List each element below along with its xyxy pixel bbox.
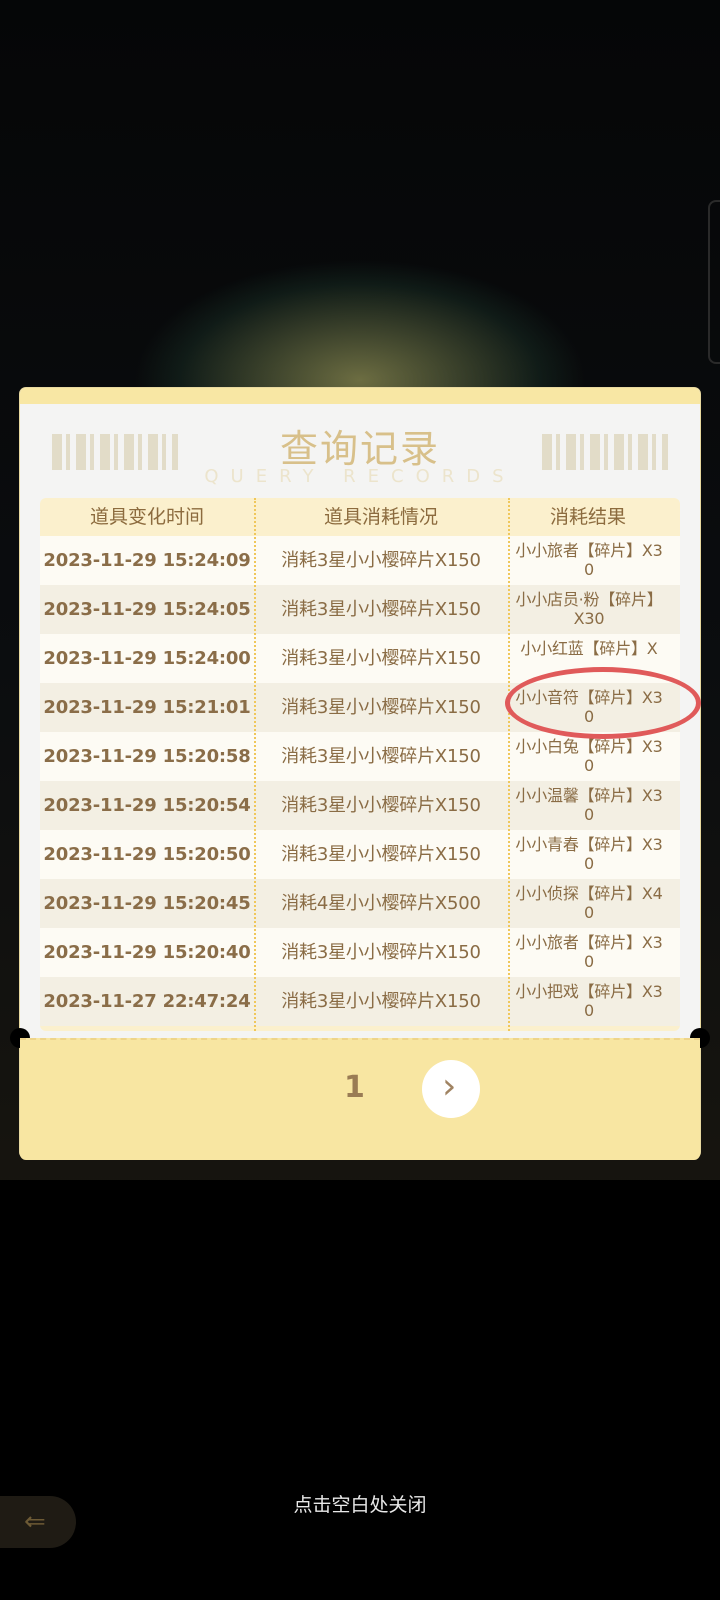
row-result: 小小店员·粉【碎片】X30 [515, 590, 663, 628]
dialog-top-strip [20, 388, 700, 404]
row-result: 小小青春【碎片】X30 [515, 835, 663, 873]
page-number: 1 [344, 1070, 365, 1105]
side-tab [708, 200, 720, 364]
row-consume: 消耗3星小小樱碎片X150 [281, 599, 481, 620]
row-result: 小小旅者【碎片】X30 [515, 933, 663, 971]
row-consume: 消耗3星小小樱碎片X150 [281, 942, 481, 963]
close-hint[interactable]: 点击空白处关闭 [0, 1490, 720, 1517]
row-consume: 消耗3星小小樱碎片X150 [281, 795, 481, 816]
row-result: 小小温馨【碎片】X30 [515, 786, 663, 824]
row-result: 小小白兔【碎片】X30 [515, 737, 663, 775]
column-header-consume: 道具消耗情况 [323, 506, 438, 528]
background-lower [0, 1180, 720, 1600]
row-time: 2023-11-27 22:47:24 [43, 991, 251, 1012]
table-row: 2023-11-29 15:20:40 消耗3星小小樱碎片X150 小小旅者【碎… [40, 928, 680, 977]
pagination-footer: 1 › [20, 1038, 700, 1160]
row-result: 小小旅者【碎片】X30 [515, 541, 663, 579]
row-consume: 消耗4星小小樱碎片X500 [281, 893, 481, 914]
row-consume: 消耗3星小小樱碎片X150 [281, 844, 481, 865]
row-consume: 消耗3星小小樱碎片X150 [281, 991, 481, 1012]
row-time: 2023-11-29 15:20:45 [43, 893, 251, 914]
row-result: 小小把戏【碎片】X30 [515, 982, 663, 1020]
row-result: 小小侦探【碎片】X40 [515, 884, 663, 922]
table-row: 2023-11-29 15:20:50 消耗3星小小樱碎片X150 小小青春【碎… [40, 830, 680, 879]
row-consume: 消耗3星小小樱碎片X150 [281, 746, 481, 767]
column-header-time: 道具变化时间 [89, 506, 204, 528]
table-row: 2023-11-29 15:24:05 消耗3星小小樱碎片X150 小小店员·粉… [40, 585, 680, 634]
row-time: 2023-11-29 15:24:05 [43, 599, 251, 620]
next-page-button[interactable]: › [422, 1060, 480, 1118]
table-header: 道具变化时间 道具消耗情况 消耗结果 [40, 498, 680, 536]
table-row: 2023-11-29 15:24:09 消耗3星小小樱碎片X150 小小旅者【碎… [40, 536, 680, 585]
row-time: 2023-11-29 15:24:09 [43, 550, 251, 571]
row-time: 2023-11-29 15:20:54 [43, 795, 251, 816]
row-consume: 消耗3星小小樱碎片X150 [281, 697, 481, 718]
table-row: 2023-11-29 15:20:58 消耗3星小小樱碎片X150 小小白兔【碎… [40, 732, 680, 781]
row-consume: 消耗3星小小樱碎片X150 [281, 550, 481, 571]
row-time: 2023-11-29 15:20:58 [43, 746, 251, 767]
red-circle-annotation [505, 667, 701, 739]
query-records-dialog: 查询记录 QUERY RECORDS 道具变化时间 道具消耗情况 消耗结果 20… [10, 388, 710, 1160]
row-time: 2023-11-29 15:20:50 [43, 844, 251, 865]
column-divider [508, 498, 510, 1031]
dialog-subtitle: QUERY RECORDS [204, 466, 516, 487]
row-consume: 消耗3星小小樱碎片X150 [281, 648, 481, 669]
records-table: 道具变化时间 道具消耗情况 消耗结果 2023-11-29 15:24:09 消… [40, 498, 680, 1031]
dialog-title: 查询记录 [279, 427, 440, 471]
row-time: 2023-11-29 15:24:00 [43, 648, 251, 669]
table-row: 2023-11-29 15:20:45 消耗4星小小樱碎片X500 小小侦探【碎… [40, 879, 680, 928]
column-header-result: 消耗结果 [549, 506, 626, 528]
table-row: 2023-11-27 22:47:24 消耗3星小小樱碎片X150 小小把戏【碎… [40, 977, 680, 1026]
row-time: 2023-11-29 15:21:01 [43, 697, 251, 718]
column-divider [254, 498, 256, 1031]
chevron-right-icon: › [442, 1066, 457, 1107]
table-row: 2023-11-29 15:20:54 消耗3星小小樱碎片X150 小小温馨【碎… [40, 781, 680, 830]
row-time: 2023-11-29 15:20:40 [43, 942, 251, 963]
